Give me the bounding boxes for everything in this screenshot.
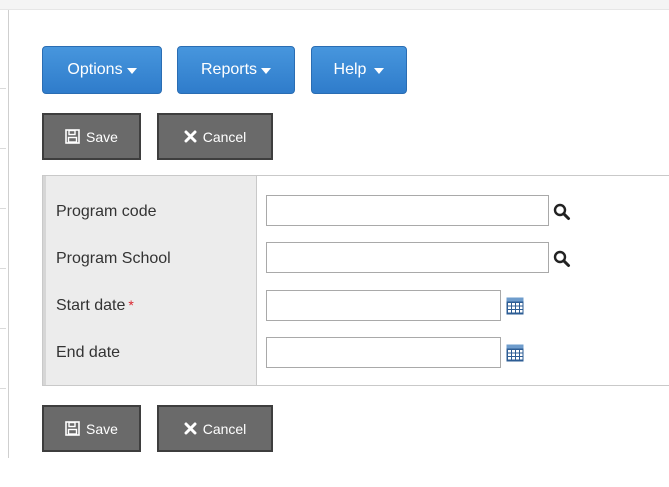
left-rail-tick — [0, 388, 6, 389]
left-rail — [8, 10, 9, 458]
reports-menu-button[interactable]: Reports — [177, 46, 295, 94]
required-marker: * — [128, 297, 134, 313]
left-rail-tick — [0, 328, 6, 329]
left-rail-tick — [0, 148, 6, 149]
program-form: Program code Program School Start date * … — [42, 175, 669, 386]
top-strip — [0, 0, 669, 9]
end-date-input[interactable] — [266, 337, 501, 368]
cancel-button-top[interactable]: Cancel — [157, 113, 273, 160]
floppy-disk-icon — [65, 129, 80, 144]
left-rail-tick — [0, 88, 6, 89]
form-label-column: Program code Program School Start date * … — [43, 176, 257, 385]
help-menu-label: Help — [333, 61, 367, 78]
start-date-input[interactable] — [266, 290, 501, 321]
magnifier-icon[interactable] — [553, 203, 571, 226]
calendar-grid-icon[interactable] — [506, 344, 524, 367]
start-date-label-row: Start date * — [56, 297, 134, 315]
save-button-bottom[interactable]: Save — [42, 405, 141, 452]
save-button-label: Save — [86, 420, 118, 437]
start-date-label: Start date — [56, 297, 126, 314]
save-button-top[interactable]: Save — [42, 113, 141, 160]
program-school-label: Program School — [56, 250, 171, 267]
save-button-label: Save — [86, 128, 118, 145]
help-menu-button[interactable]: Help — [311, 46, 407, 94]
caret-down-icon — [374, 68, 385, 74]
left-rail-tick — [0, 268, 6, 269]
floppy-disk-icon — [65, 421, 80, 436]
cancel-button-label: Cancel — [202, 128, 247, 145]
program-school-input[interactable] — [266, 242, 549, 273]
top-divider — [0, 9, 669, 10]
caret-down-icon — [261, 68, 272, 74]
program-code-label: Program code — [56, 203, 157, 220]
magnifier-icon[interactable] — [553, 250, 571, 273]
program-code-input[interactable] — [266, 195, 549, 226]
caret-down-icon — [126, 68, 137, 74]
x-icon — [184, 422, 197, 435]
left-rail-tick — [0, 208, 6, 209]
reports-menu-label: Reports — [200, 61, 258, 78]
options-menu-button[interactable]: Options — [42, 46, 162, 94]
options-menu-label: Options — [67, 61, 123, 78]
end-date-label: End date — [56, 344, 121, 361]
calendar-grid-icon[interactable] — [506, 297, 524, 320]
x-icon — [184, 130, 197, 143]
cancel-button-label: Cancel — [202, 420, 247, 437]
cancel-button-bottom[interactable]: Cancel — [157, 405, 273, 452]
